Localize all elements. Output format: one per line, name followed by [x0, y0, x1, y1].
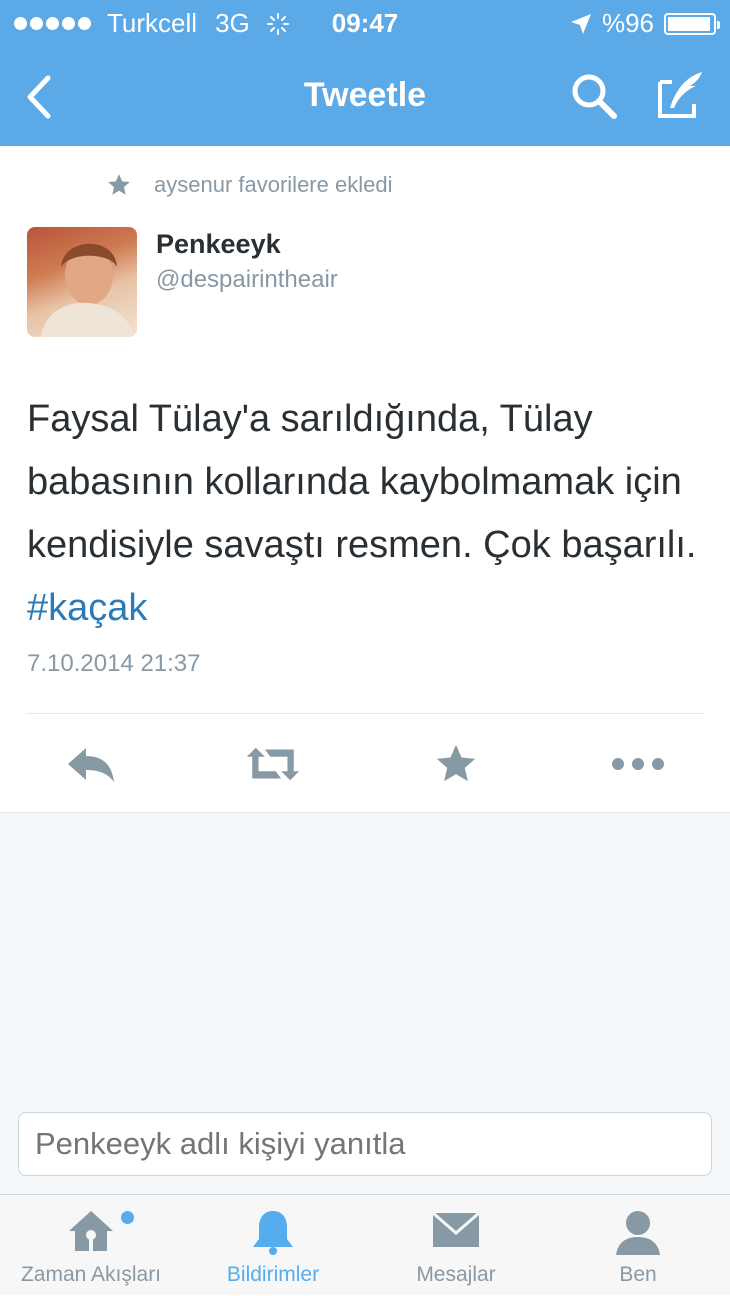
author-name[interactable]: Penkeeyk [156, 229, 281, 260]
tab-timelines[interactable]: Zaman Akışları [0, 1195, 182, 1296]
tweet-context: aysenur favorilere ekledi [106, 172, 392, 198]
star-icon [436, 744, 476, 782]
hashtag-link[interactable]: #kaçak [27, 587, 147, 629]
retweet-button[interactable] [245, 740, 301, 788]
reply-button[interactable] [64, 740, 120, 788]
page-title: Tweetle [303, 76, 427, 114]
star-icon [108, 174, 130, 195]
bell-icon [253, 1211, 293, 1255]
battery-percent: %96 [601, 8, 654, 38]
tab-label: Ben [619, 1263, 657, 1286]
tab-label: Mesajlar [416, 1263, 496, 1286]
home-icon [69, 1211, 113, 1251]
tab-me[interactable]: Ben [547, 1195, 729, 1296]
tweet-timestamp: 7.10.2014 21:37 [27, 650, 201, 677]
search-icon[interactable] [568, 70, 620, 122]
tab-bar: Zaman Akışları Bildirimler Mesajlar Ben [0, 1194, 730, 1295]
author-handle[interactable]: @despairintheair [156, 266, 338, 294]
status-bar: Turkcell 3G 09:47 %96 [0, 0, 730, 48]
tab-label: Bildirimler [226, 1263, 320, 1286]
tweet-text: Faysal Tülay'a sarıldığında, Tülay babas… [27, 398, 697, 566]
tab-messages[interactable]: Mesajlar [365, 1195, 547, 1296]
compose-tweet-icon[interactable] [652, 68, 708, 124]
ellipsis-icon [612, 758, 664, 770]
favorite-context-text: aysenur favorilere ekledi [154, 172, 393, 197]
more-options-button[interactable] [610, 740, 666, 788]
favorite-button[interactable] [428, 740, 484, 788]
reply-icon [68, 748, 114, 782]
location-arrow-icon [570, 13, 591, 34]
battery-icon [664, 12, 720, 35]
reply-input[interactable] [18, 1112, 712, 1176]
avatar[interactable] [27, 227, 137, 337]
app-header: Turkcell 3G 09:47 %96 Tweetle [0, 0, 730, 146]
divider [27, 713, 703, 714]
navigation-bar: Tweetle [0, 48, 730, 146]
tweet-body: Faysal Tülay'a sarıldığında, Tülay babas… [27, 388, 717, 640]
avatar-image [41, 243, 133, 337]
notification-dot [121, 1211, 134, 1224]
envelope-icon [432, 1211, 480, 1247]
person-icon [616, 1211, 660, 1255]
tab-label: Zaman Akışları [20, 1263, 162, 1286]
tab-notifications[interactable]: Bildirimler [182, 1195, 364, 1296]
retweet-icon [246, 747, 300, 781]
